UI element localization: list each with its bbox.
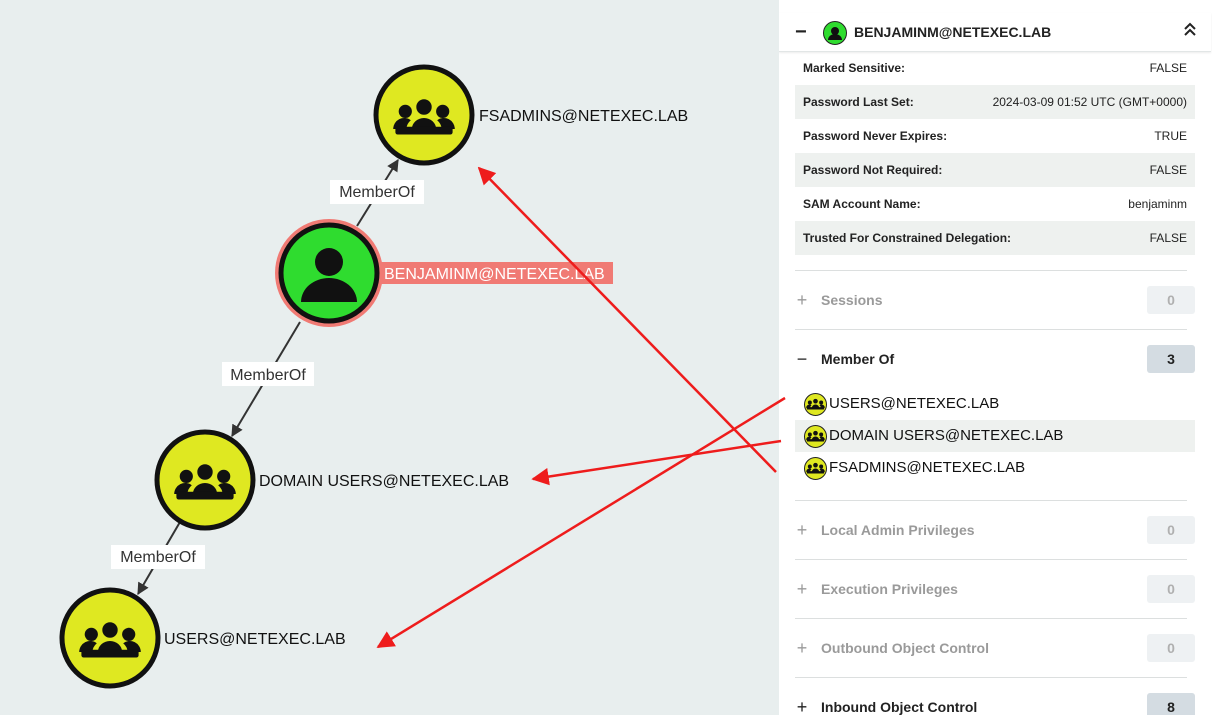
group-node-circle[interactable]	[154, 429, 256, 531]
divider	[795, 677, 1187, 678]
section-title[interactable]: Local Admin Privileges	[821, 522, 975, 538]
section-title[interactable]: Outbound Object Control	[821, 640, 989, 656]
property-value: FALSE	[1149, 163, 1187, 177]
section-title[interactable]: Member Of	[821, 351, 894, 367]
collapse-toggle[interactable]: −	[795, 21, 807, 44]
group-node-circle[interactable]	[59, 587, 161, 689]
node-label: BENJAMINM@NETEXEC.LAB	[384, 266, 605, 283]
node-fsadmins[interactable]: FSADMINS@NETEXEC.LAB	[373, 64, 688, 166]
count-badge: 0	[1147, 516, 1195, 544]
property-key: Marked Sensitive:	[803, 61, 906, 75]
group-node-circle[interactable]	[373, 64, 475, 166]
count-badge: 0	[1147, 634, 1195, 662]
property-row: Password Last Set: 2024-03-09 01:52 UTC …	[795, 85, 1195, 119]
expand-toggle[interactable]: +	[795, 579, 809, 600]
divider	[795, 329, 1187, 330]
count-badge: 0	[1147, 286, 1195, 314]
section-outbound-object-control[interactable]: + Outbound Object Control 0	[795, 634, 1195, 662]
group-icon	[804, 425, 827, 448]
edge-label-memberof: MemberOf	[339, 184, 415, 201]
list-item[interactable]: USERS@NETEXEC.LAB	[795, 388, 1195, 420]
section-title[interactable]: Inbound Object Control	[821, 699, 977, 715]
property-row: Marked Sensitive: FALSE	[795, 51, 1195, 85]
count-badge: 8	[1147, 693, 1195, 715]
list-item[interactable]: FSADMINS@NETEXEC.LAB	[795, 452, 1195, 484]
panel-title: BENJAMINM@NETEXEC.LAB	[854, 24, 1052, 40]
property-key: SAM Account Name:	[803, 197, 921, 211]
property-value: TRUE	[1154, 129, 1187, 143]
count-badge: 0	[1147, 575, 1195, 603]
node-users[interactable]: USERS@NETEXEC.LAB	[59, 587, 346, 689]
expand-toggle[interactable]: +	[795, 638, 809, 659]
panel-header[interactable]: − BENJAMINM@NETEXEC.LAB	[779, 13, 1211, 52]
expand-toggle[interactable]: +	[795, 697, 809, 715]
chevron-double-up-icon[interactable]	[1183, 20, 1197, 43]
property-row: Trusted For Constrained Delegation: FALS…	[795, 221, 1195, 255]
section-local-admin-privileges[interactable]: + Local Admin Privileges 0	[795, 516, 1195, 544]
edge-label-memberof: MemberOf	[230, 367, 306, 384]
collapse-toggle[interactable]: −	[795, 349, 809, 370]
expand-toggle[interactable]: +	[795, 290, 809, 311]
section-title[interactable]: Execution Privileges	[821, 581, 958, 597]
section-inbound-object-control[interactable]: + Inbound Object Control 8	[795, 693, 1195, 715]
node-label: FSADMINS@NETEXEC.LAB	[479, 108, 688, 125]
list-item[interactable]: DOMAIN USERS@NETEXEC.LAB	[795, 420, 1195, 452]
property-value: FALSE	[1149, 61, 1187, 75]
property-row: SAM Account Name: benjaminm	[795, 187, 1195, 221]
node-benjaminm[interactable]: BENJAMINM@NETEXEC.LAB	[275, 219, 613, 327]
section-sessions[interactable]: + Sessions 0	[795, 286, 1195, 314]
group-icon	[804, 457, 827, 480]
property-key: Password Not Required:	[803, 163, 943, 177]
edge-label-memberof: MemberOf	[120, 549, 196, 566]
list-item-label[interactable]: FSADMINS@NETEXEC.LAB	[829, 459, 1025, 476]
section-execution-privileges[interactable]: + Execution Privileges 0	[795, 575, 1195, 603]
property-key: Password Last Set:	[803, 95, 914, 109]
divider	[795, 500, 1187, 501]
property-key: Trusted For Constrained Delegation:	[803, 231, 1012, 245]
node-label: DOMAIN USERS@NETEXEC.LAB	[259, 473, 509, 490]
expand-toggle[interactable]: +	[795, 520, 809, 541]
divider	[795, 559, 1187, 560]
property-value: benjaminm	[1128, 197, 1187, 211]
divider	[795, 618, 1187, 619]
edge-domain-users-users[interactable]: MemberOf	[111, 521, 205, 596]
node-label: USERS@NETEXEC.LAB	[164, 631, 346, 648]
property-value: 2024-03-09 01:52 UTC (GMT+0000)	[992, 95, 1187, 109]
section-member-of[interactable]: − Member Of 3	[795, 345, 1195, 373]
edge-benjaminm-domain-users[interactable]: MemberOf	[222, 321, 314, 438]
entity-panel: − BENJAMINM@NETEXEC.LAB Marked Sensitive…	[779, 0, 1212, 715]
section-title[interactable]: Sessions	[821, 292, 882, 308]
list-item-label[interactable]: DOMAIN USERS@NETEXEC.LAB	[829, 427, 1063, 444]
list-item-label[interactable]: USERS@NETEXEC.LAB	[829, 395, 999, 412]
count-badge: 3	[1147, 345, 1195, 373]
group-icon	[804, 393, 827, 416]
user-icon	[823, 21, 847, 45]
edge-benjaminm-fsadmins[interactable]: MemberOf	[330, 158, 424, 227]
property-key: Password Never Expires:	[803, 129, 948, 143]
property-value: FALSE	[1149, 231, 1187, 245]
node-domain-users[interactable]: DOMAIN USERS@NETEXEC.LAB	[154, 429, 509, 531]
property-row: Password Not Required: FALSE	[795, 153, 1195, 187]
property-row: Password Never Expires: TRUE	[795, 119, 1195, 153]
divider	[795, 270, 1187, 271]
